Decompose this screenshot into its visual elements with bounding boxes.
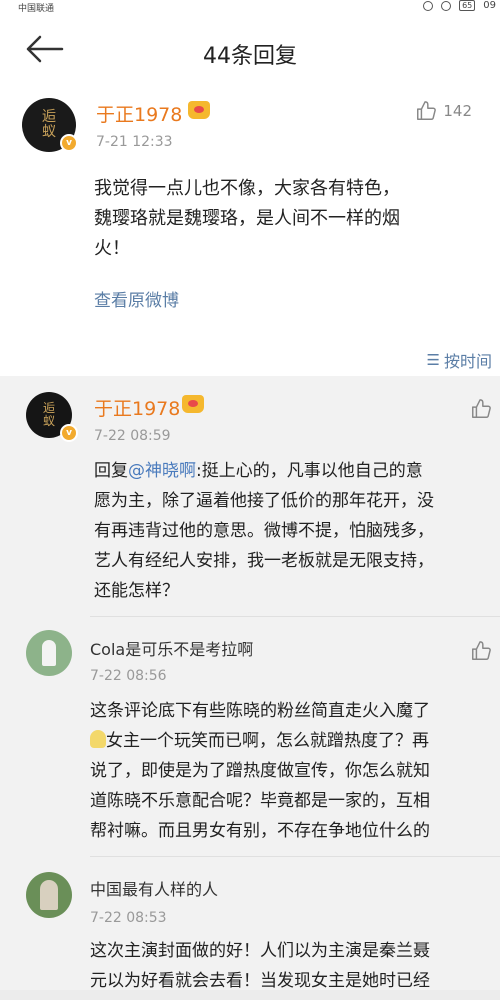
thumbs-up-icon — [472, 399, 491, 418]
carrier-label: 中国联通 — [18, 4, 55, 14]
divider — [90, 616, 500, 617]
reply-time: 7-22 08:53 — [90, 910, 167, 926]
reply-text-line: 女主一个玩笑而已啊，怎么就蹭热度了？再 — [90, 726, 498, 756]
bottom-edge — [0, 990, 500, 1000]
vip-crown-icon — [182, 395, 204, 413]
sort-icon: ☰ — [426, 351, 440, 369]
reply-list: 逅蚁 v 于正1978 7-22 08:59 回复@神晓啊:挺上心的，凡事以他自… — [0, 380, 500, 1000]
view-original-weibo-link[interactable]: 查看原微博 — [94, 286, 179, 311]
reply-text-segment: :挺上心的，凡事以他自己的意 — [196, 461, 423, 481]
avatar[interactable] — [26, 630, 72, 676]
comment-text-line: 我觉得一点儿也不像，大家各有特色， — [94, 178, 400, 199]
nav-header: 44条回复 — [0, 14, 500, 87]
avatar[interactable] — [26, 872, 72, 918]
thumbs-up-icon — [472, 641, 491, 660]
divider — [90, 856, 500, 857]
reply-text-line: 愿为主，除了逼着他接了低价的那年花开，没 — [94, 491, 434, 511]
vip-crown-icon — [188, 101, 210, 119]
reply-text-line: 这条评论底下有些陈晓的粉丝简直走火入魔了 — [90, 701, 430, 721]
reply-text: 这条评论底下有些陈晓的粉丝简直走火入魔了 女主一个玩笑而已啊，怎么就蹭热度了？再… — [90, 696, 498, 846]
comment-text-line: 魏璎珞就是魏璎珞，是人间不一样的烟 — [94, 208, 400, 229]
comment-text: 我觉得一点儿也不像，大家各有特色， 魏璎珞就是魏璎珞，是人间不一样的烟 火！ — [94, 174, 494, 264]
reply-time: 7-22 08:59 — [94, 428, 171, 444]
mention-link[interactable]: @神晓啊 — [128, 461, 196, 481]
status-bar: 中国联通 65 09 — [0, 0, 500, 14]
reply-text-line: 还能怎样？ — [94, 581, 179, 601]
reply-text: 这次主演封面做的好！人们以为主演是秦兰聂 元以为好看就会去看！当发现女主是她时已… — [90, 936, 498, 996]
sort-label: 按时间 — [443, 352, 492, 371]
reply-text-line: 有再违背过他的意思。微博不提，怕脑残多， — [94, 521, 434, 541]
main-comment-card: 逅蚁 v 于正1978 7-21 12:33 142 我觉得一点儿也不像，大家各… — [0, 86, 500, 376]
comment-time: 7-21 12:33 — [96, 134, 173, 150]
reply-username[interactable]: Cola是可乐不是考拉啊 — [90, 636, 253, 660]
reply-text: 回复@神晓啊:挺上心的，凡事以他自己的意 愿为主，除了逼着他接了低价的那年花开，… — [94, 456, 498, 606]
avatar-person-icon — [42, 640, 56, 666]
reply-username[interactable]: 于正1978 — [94, 394, 180, 421]
verified-badge-icon: v — [60, 134, 78, 152]
reply-prefix: 回复 — [94, 461, 128, 481]
page-title: 44条回复 — [203, 44, 297, 69]
lightbulb-emoji-icon — [90, 730, 106, 748]
reply-time: 7-22 08:56 — [90, 668, 167, 684]
alarm-icon — [423, 0, 434, 11]
like-count: 142 — [443, 102, 472, 120]
eye-icon — [441, 0, 452, 11]
status-icons: 65 09 — [423, 0, 496, 11]
reply-text-line: 艺人有经纪人安排，我一老板就是无限支持， — [94, 551, 434, 571]
sort-by-time-button[interactable]: ☰ 按时间 — [427, 348, 492, 372]
comment-text-line: 火！ — [94, 238, 130, 259]
reply-text-line: 道陈晓不乐意配合呢？毕竟都是一家的，互相 — [90, 791, 430, 811]
reply-text-line: 这次主演封面做的好！人们以为主演是秦兰聂 — [90, 941, 430, 961]
like-button[interactable] — [470, 398, 492, 420]
reply-text-line: 帮衬嘛。而且男女有别，不存在争地位什么的 — [90, 821, 430, 841]
thumbs-up-icon — [417, 101, 437, 120]
comment-username[interactable]: 于正1978 — [96, 100, 182, 127]
reply-text-line: 回复@神晓啊:挺上心的，凡事以他自己的意 — [94, 456, 498, 486]
like-button[interactable]: 142 — [415, 100, 472, 122]
reply-text-segment: 女主一个玩笑而已啊，怎么就蹭热度了？再 — [106, 731, 429, 751]
like-button[interactable] — [470, 640, 492, 662]
reply-text-line: 说了，即使是为了蹭热度做宣传，你怎么就知 — [90, 761, 430, 781]
verified-badge-icon: v — [60, 424, 78, 442]
avatar-person-icon — [40, 880, 58, 910]
clock-label: 09 — [483, 0, 496, 11]
reply-username[interactable]: 中国最有人样的人 — [90, 876, 218, 900]
battery-icon: 65 — [459, 0, 476, 11]
